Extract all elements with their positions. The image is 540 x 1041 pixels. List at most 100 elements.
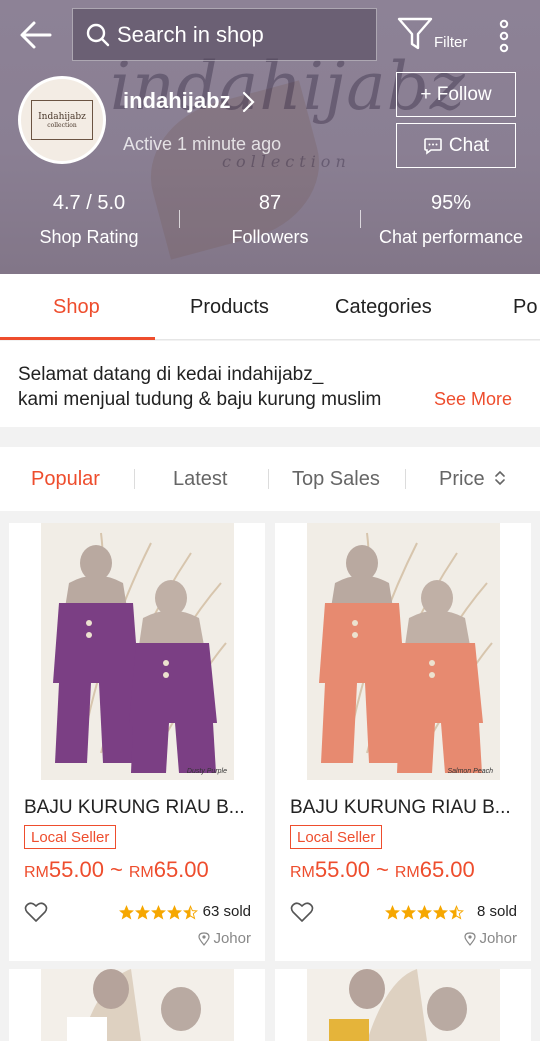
star-icon — [119, 905, 134, 920]
local-seller-badge: Local Seller — [290, 825, 383, 849]
shop-logo-sub: collection — [47, 121, 77, 129]
stat-divider — [179, 210, 180, 228]
chevron-right-icon[interactable] — [238, 90, 258, 114]
stat-followers[interactable]: 87 Followers — [200, 192, 340, 248]
star-icon — [135, 905, 150, 920]
active-status: Active 1 minute ago — [123, 134, 282, 154]
search-icon — [86, 23, 110, 46]
shop-avatar[interactable]: Indahijabz collection — [18, 76, 106, 164]
description-line-1: Selamat datang di kedai indahijabz_ — [18, 364, 324, 385]
product-location: Johor — [464, 930, 517, 947]
star-icon — [167, 905, 182, 920]
stat-value: 4.7 / 5.0 — [52, 192, 126, 214]
chat-bubble-icon — [424, 137, 442, 155]
product-title: BAJU KURUNG RIAU B... — [290, 797, 511, 818]
shop-header: indahijabz collection Search in shop Fil… — [0, 0, 540, 274]
sort-latest[interactable]: Latest — [173, 468, 227, 491]
filter-label: Filter — [434, 34, 468, 51]
tab-categories[interactable]: Categories — [335, 296, 432, 319]
tab-posts[interactable]: Po — [513, 296, 537, 319]
follow-button[interactable]: + Follow — [396, 72, 516, 117]
product-card-partial[interactable] — [9, 969, 265, 1041]
sort-divider — [405, 469, 406, 489]
search-placeholder: Search in shop — [117, 21, 264, 47]
stat-divider — [360, 210, 361, 228]
rating-stars — [385, 905, 464, 920]
location-label: Johor — [479, 930, 517, 947]
shop-tabs: Shop Products Categories Po — [0, 274, 540, 340]
heart-icon[interactable] — [24, 901, 48, 923]
product-image — [41, 969, 234, 1041]
stat-label: Shop Rating — [39, 227, 139, 247]
stat-label: Followers — [231, 227, 309, 247]
price-currency: RM — [290, 864, 315, 881]
price-max: 65.00 — [153, 857, 209, 882]
sort-top-sales[interactable]: Top Sales — [292, 468, 380, 491]
sold-count: 8 sold — [476, 903, 517, 920]
product-price: RM55.00 ~ RM65.00 — [24, 857, 209, 883]
shop-description: Selamat datang di kedai indahijabz_ kami… — [0, 341, 540, 427]
sort-bar: Popular Latest Top Sales Price — [0, 447, 540, 511]
filter-icon — [397, 17, 433, 50]
stat-chat-performance: 95% Chat performance — [372, 192, 530, 248]
location-pin-icon — [198, 931, 211, 946]
shop-logo-brand: Indahijabz — [38, 111, 86, 122]
sort-arrows-icon — [495, 470, 505, 486]
star-icon — [433, 905, 448, 920]
product-image-caption: Dusty Purple — [187, 768, 227, 775]
star-icon — [385, 905, 400, 920]
local-seller-badge: Local Seller — [24, 825, 117, 849]
star-icon — [417, 905, 432, 920]
star-icon — [401, 905, 416, 920]
product-image: Salmon Peach — [307, 523, 500, 780]
sort-price-label: Price — [439, 468, 485, 490]
stat-label: Chat performance — [378, 227, 524, 247]
back-arrow-icon — [20, 21, 52, 49]
stat-value: 87 — [258, 192, 282, 214]
chat-label: Chat — [448, 134, 490, 156]
active-tab-indicator — [0, 337, 155, 340]
product-garment — [53, 603, 139, 683]
product-price: RM55.00 ~ RM65.00 — [290, 857, 475, 883]
product-image — [307, 969, 500, 1041]
price-separator: ~ — [109, 857, 123, 882]
price-currency: RM — [394, 864, 420, 881]
product-garment — [319, 603, 405, 683]
location-pin-icon — [464, 931, 477, 946]
chat-button[interactable]: Chat — [396, 123, 516, 168]
product-card[interactable]: Dusty Purple BAJU KURUNG RIAU B... Local… — [9, 523, 265, 961]
tab-products[interactable]: Products — [190, 296, 269, 319]
more-vertical-icon — [499, 19, 509, 53]
product-image-caption: Salmon Peach — [447, 768, 493, 775]
product-location: Johor — [198, 930, 251, 947]
heart-icon[interactable] — [290, 901, 314, 923]
star-icon — [151, 905, 166, 920]
price-separator: ~ — [375, 857, 389, 882]
sort-popular[interactable]: Popular — [31, 468, 100, 491]
back-button[interactable] — [14, 14, 58, 58]
product-image: Dusty Purple — [41, 523, 234, 780]
sort-price[interactable]: Price — [439, 468, 507, 491]
product-card[interactable]: Salmon Peach BAJU KURUNG RIAU B... Local… — [275, 523, 531, 961]
shop-logo: Indahijabz collection — [31, 100, 93, 140]
price-max: 65.00 — [419, 857, 475, 882]
more-options-button[interactable] — [493, 16, 515, 56]
star-icon — [449, 905, 464, 920]
product-title: BAJU KURUNG RIAU B... — [24, 797, 245, 818]
see-more-link[interactable]: See More — [434, 389, 512, 410]
search-input[interactable]: Search in shop — [72, 8, 377, 61]
rating-stars — [119, 905, 198, 920]
price-min: 55.00 — [48, 857, 104, 882]
stat-value: 95% — [430, 192, 472, 214]
star-icon — [183, 905, 198, 920]
stat-shop-rating: 4.7 / 5.0 Shop Rating — [20, 192, 158, 248]
tab-shop[interactable]: Shop — [53, 296, 100, 319]
price-min: 55.00 — [314, 857, 370, 882]
description-fade — [388, 385, 428, 415]
product-card-partial[interactable] — [275, 969, 531, 1041]
filter-button[interactable]: Filter — [396, 14, 472, 58]
sort-divider — [268, 469, 269, 489]
sort-divider — [134, 469, 135, 489]
shop-name[interactable]: indahijabz — [123, 88, 231, 114]
price-currency: RM — [128, 864, 154, 881]
